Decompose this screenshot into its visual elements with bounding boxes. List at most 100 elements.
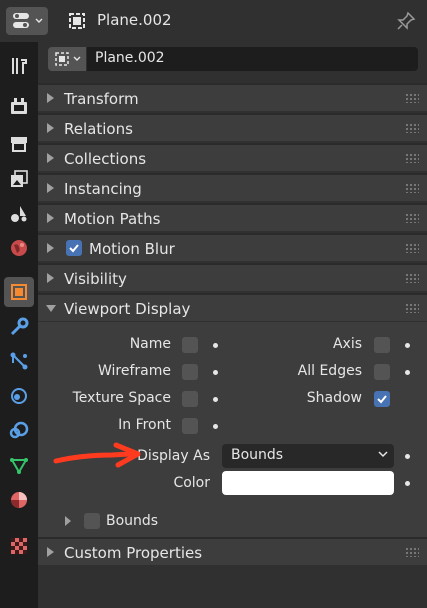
panel-instancing[interactable]: Instancing	[38, 173, 427, 201]
drag-handle-icon[interactable]	[405, 273, 419, 283]
annotation-arrow-icon	[53, 442, 141, 468]
bounds-label: Bounds	[106, 513, 159, 529]
chevron-down-icon	[46, 305, 56, 312]
tab-particles[interactable]	[4, 346, 34, 376]
object-name-field[interactable]: Plane.002	[87, 47, 418, 71]
panel-relations[interactable]: Relations	[38, 113, 427, 141]
texture-icon	[11, 538, 27, 554]
object-icon	[69, 13, 85, 29]
in-front-checkbox[interactable]	[182, 418, 198, 434]
drag-handle-icon[interactable]	[405, 243, 419, 253]
panel-motion-blur[interactable]: Motion Blur	[38, 233, 427, 261]
drag-handle-icon[interactable]	[405, 123, 419, 133]
chevron-down-icon	[378, 451, 388, 458]
display-as-dropdown[interactable]: Bounds	[222, 444, 394, 468]
texture-space-checkbox[interactable]	[182, 391, 198, 407]
chevron-down-icon	[73, 56, 80, 61]
keyframe-dot-icon[interactable]	[213, 370, 218, 375]
subpanel-bounds[interactable]: Bounds	[38, 508, 427, 534]
tab-world[interactable]	[4, 233, 34, 263]
all-edges-label: All Edges	[297, 363, 362, 379]
object-name-row: Plane.002	[48, 47, 418, 71]
tab-texture[interactable]	[4, 531, 34, 561]
chevron-right-icon	[47, 123, 54, 133]
editor-type-button[interactable]	[6, 7, 48, 35]
modifier-icon	[10, 317, 29, 336]
motion-blur-checkbox[interactable]	[66, 240, 82, 256]
object-icon	[11, 284, 27, 300]
drag-handle-icon[interactable]	[405, 153, 419, 163]
in-front-label: In Front	[118, 417, 171, 433]
material-icon	[11, 492, 27, 508]
constraints-icon	[9, 421, 29, 439]
properties-header: Plane.002	[0, 0, 427, 42]
tab-modifier[interactable]	[4, 312, 34, 342]
panel-label: Custom Properties	[64, 544, 203, 562]
panel-custom-properties[interactable]: Custom Properties	[38, 537, 427, 565]
name-label: Name	[129, 336, 171, 352]
chevron-right-icon	[47, 547, 54, 557]
tab-scene[interactable]	[4, 199, 34, 229]
panel-label: Motion Paths	[64, 210, 161, 228]
view-layer-icon	[11, 170, 28, 187]
tab-constraints[interactable]	[4, 415, 34, 445]
wireframe-checkbox[interactable]	[182, 364, 198, 380]
keyframe-dot-icon[interactable]	[213, 397, 218, 402]
keyframe-dot-icon[interactable]	[213, 424, 218, 429]
wireframe-label: Wireframe	[97, 363, 171, 379]
keyframe-dot-icon[interactable]	[405, 481, 410, 486]
tab-tool[interactable]	[4, 51, 34, 81]
panel-label: Motion Blur	[89, 240, 175, 258]
viewport-display-body	[38, 322, 427, 538]
tab-physics[interactable]	[4, 381, 34, 411]
drag-handle-icon[interactable]	[405, 213, 419, 223]
tool-icon	[12, 58, 27, 74]
chevron-down-icon	[35, 18, 42, 23]
panel-label: Relations	[64, 120, 133, 138]
color-label: Color	[173, 475, 210, 491]
keyframe-dot-icon[interactable]	[405, 343, 410, 348]
data-icon	[10, 458, 28, 474]
keyframe-dot-icon[interactable]	[213, 343, 218, 348]
tab-view-layer[interactable]	[4, 164, 34, 194]
bounds-checkbox[interactable]	[84, 513, 100, 529]
checkmark-icon	[377, 395, 387, 404]
chevron-right-icon	[65, 516, 71, 526]
name-checkbox[interactable]	[182, 337, 198, 353]
object-icon	[54, 52, 69, 66]
properties-editor-icon	[12, 13, 29, 28]
axis-checkbox[interactable]	[374, 337, 390, 353]
object-type-button[interactable]	[48, 47, 86, 71]
particles-icon	[10, 352, 28, 370]
panel-label: Collections	[64, 150, 147, 168]
panel-viewport-display[interactable]: Viewport Display	[38, 293, 427, 321]
tab-render[interactable]	[4, 91, 34, 121]
drag-handle-icon[interactable]	[405, 547, 419, 557]
all-edges-checkbox[interactable]	[374, 364, 390, 380]
panel-visibility[interactable]: Visibility	[38, 263, 427, 291]
object-color-swatch[interactable]	[222, 471, 394, 495]
chevron-right-icon	[47, 243, 54, 253]
shadow-label: Shadow	[306, 390, 362, 406]
panel-collections[interactable]: Collections	[38, 143, 427, 171]
keyframe-dot-icon[interactable]	[405, 370, 410, 375]
panel-label: Instancing	[64, 180, 142, 198]
drag-handle-icon[interactable]	[405, 93, 419, 103]
chevron-right-icon	[47, 93, 54, 103]
pin-icon[interactable]	[395, 10, 417, 32]
axis-label: Axis	[332, 336, 362, 352]
panel-transform[interactable]: Transform	[38, 83, 427, 111]
display-as-value: Bounds	[231, 447, 284, 463]
chevron-right-icon	[47, 183, 54, 193]
keyframe-dot-icon[interactable]	[405, 454, 410, 459]
panel-motion-paths[interactable]: Motion Paths	[38, 203, 427, 231]
display-as-label: Display As	[137, 448, 210, 464]
scene-icon	[11, 206, 27, 222]
tab-output[interactable]	[4, 129, 34, 159]
tab-object[interactable]	[4, 277, 34, 307]
shadow-checkbox[interactable]	[374, 391, 390, 407]
tab-material[interactable]	[4, 485, 34, 515]
drag-handle-icon[interactable]	[405, 303, 419, 313]
tab-data[interactable]	[4, 450, 34, 480]
drag-handle-icon[interactable]	[405, 183, 419, 193]
